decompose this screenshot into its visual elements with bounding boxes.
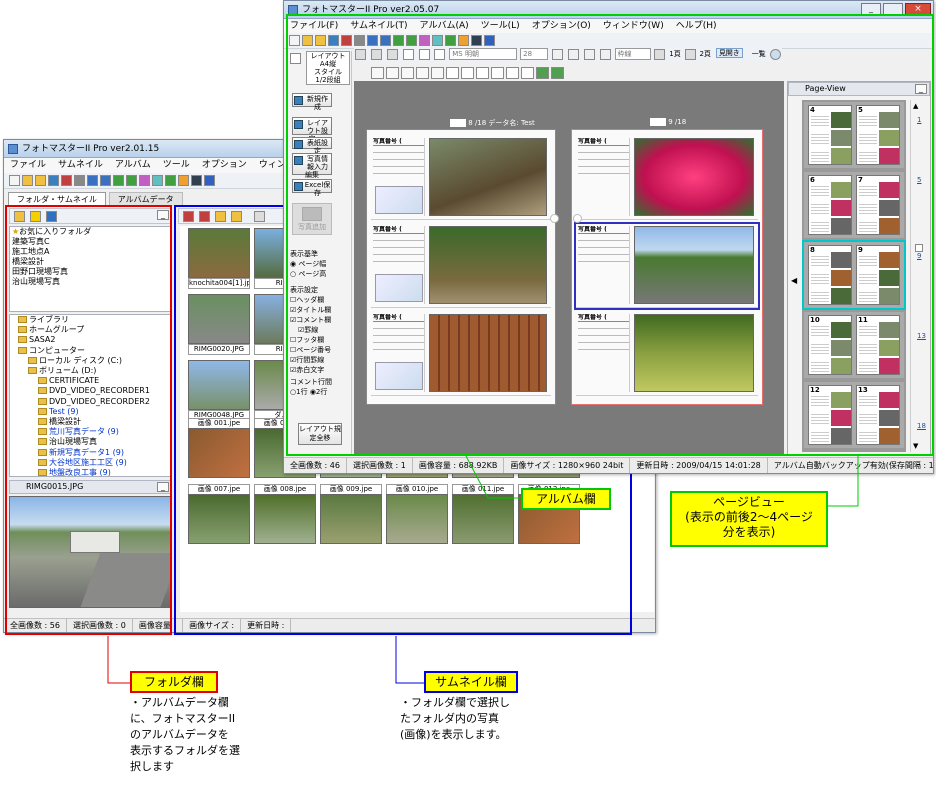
folder-connector xyxy=(107,636,130,684)
note-line: に、フォトマスターII xyxy=(130,712,236,725)
toolbar-icon[interactable] xyxy=(191,175,202,186)
status-field: 選択画像数 : 1 xyxy=(347,458,413,473)
folder-region-box xyxy=(5,205,172,635)
tab-album-data[interactable]: アルバムデータ xyxy=(108,192,183,206)
toolbar-icon[interactable] xyxy=(113,175,124,186)
toolbar-icon[interactable] xyxy=(35,175,46,186)
album-callout-text: アルバム欄 xyxy=(536,492,596,506)
status-field: 画像サイズ : 1280×960 24bit xyxy=(504,458,631,473)
toolbar-icon[interactable] xyxy=(61,175,72,186)
status-field: アルバム自動バックアップ有効(保存間隔 : 10分) xyxy=(768,458,933,473)
front-statusbar: 全画像数 : 46 選択画像数 : 1 画像容量 : 688.92KB 画像サイズ :… xyxy=(284,457,933,473)
back-tabs: フォルダ・サムネイル アルバムデータ xyxy=(8,192,183,206)
status-field: 画像容量 : 688.92KB xyxy=(413,458,505,473)
toolbar-icon[interactable] xyxy=(100,175,111,186)
thumbnail-callout-text: サムネイル欄 xyxy=(435,675,507,689)
thumbnail-callout: サムネイル欄 xyxy=(424,671,518,693)
menu-item[interactable]: サムネイル xyxy=(52,158,109,173)
folder-callout: フォルダ欄 xyxy=(130,671,218,693)
menu-item[interactable]: オプション xyxy=(196,158,253,173)
menu-item[interactable]: ツール xyxy=(157,158,196,173)
status-field: 全画像数 : 46 xyxy=(284,458,347,473)
folder-note: ・アルバムデータ欄 に、フォトマスターII のアルバムデータを 表示するフォルダを選択… xyxy=(130,695,240,775)
note-line: 択します xyxy=(130,760,174,773)
toolbar-icon[interactable] xyxy=(152,175,163,186)
app-icon xyxy=(8,144,18,154)
note-line: 表示するフォルダを選 xyxy=(130,744,240,757)
note-line: ・アルバムデータ欄 xyxy=(130,696,229,709)
note-line: (画像)を表示します。 xyxy=(400,728,507,741)
status-field: 更新日時 : 2009/04/15 14:01:28 xyxy=(630,458,768,473)
album-region-box xyxy=(286,14,934,456)
toolbar-icon[interactable] xyxy=(74,175,85,186)
thumbnail-connector xyxy=(395,636,424,684)
toolbar-icon[interactable] xyxy=(178,175,189,186)
toolbar-icon[interactable] xyxy=(87,175,98,186)
note-line: のアルバムデータを xyxy=(130,728,229,741)
toolbar-icon[interactable] xyxy=(204,175,215,186)
folder-callout-text: フォルダ欄 xyxy=(143,675,204,689)
menu-item[interactable]: ファイル xyxy=(4,158,52,173)
tab-folder-thumbnail[interactable]: フォルダ・サムネイル xyxy=(8,192,106,206)
page-view-callout: ページビュー (表示の前後2〜4ページ 分を表示) xyxy=(670,491,828,547)
toolbar-icon[interactable] xyxy=(48,175,59,186)
back-window-title: フォトマスターII Pro ver2.01.15 xyxy=(22,144,160,154)
album-callout: アルバム欄 xyxy=(521,488,611,510)
toolbar-icon[interactable] xyxy=(139,175,150,186)
note-line: たフォルダ内の写真 xyxy=(400,712,499,725)
thumbnail-note: ・フォルダ欄で選択し たフォルダ内の写真 (画像)を表示します。 xyxy=(400,695,510,743)
page-view-callout-text: ページビュー (表示の前後2〜4ページ 分を表示) xyxy=(685,495,813,539)
toolbar-icon[interactable] xyxy=(9,175,20,186)
menu-item[interactable]: アルバム xyxy=(109,158,157,173)
note-line: ・フォルダ欄で選択し xyxy=(400,696,510,709)
toolbar-icon[interactable] xyxy=(22,175,33,186)
toolbar-icon[interactable] xyxy=(165,175,176,186)
toolbar-icon[interactable] xyxy=(126,175,137,186)
